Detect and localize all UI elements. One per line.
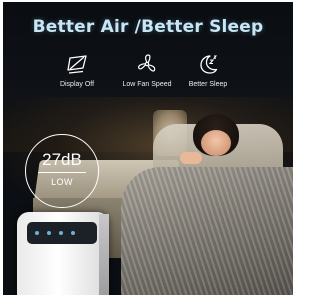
noise-level-value: 27dB	[42, 150, 82, 169]
feature-display-off: Display Off	[37, 53, 117, 88]
fan-icon	[136, 53, 158, 75]
striped-blanket	[121, 167, 293, 295]
badge-divider	[38, 172, 86, 173]
product-banner: Better Air /Better Sleep Display Off Low…	[3, 2, 293, 295]
sleeping-person-hand	[180, 152, 202, 164]
panel-indicator-light	[35, 231, 39, 235]
feature-label: Better Sleep	[188, 81, 228, 88]
panel-indicator-light	[47, 231, 51, 235]
noise-level-label: LOW	[51, 177, 73, 187]
display-off-icon	[66, 53, 88, 75]
moon-sleep-icon	[197, 53, 219, 75]
air-purifier-side	[99, 214, 109, 295]
sleeping-person-face	[201, 130, 231, 156]
headline: Better Air /Better Sleep	[32, 17, 264, 37]
panel-indicator-light	[71, 231, 75, 235]
feature-better-sleep: Better Sleep	[168, 53, 248, 88]
panel-indicator-light	[59, 231, 63, 235]
noise-level-badge: 27dB LOW	[25, 134, 99, 208]
feature-label: Display Off	[59, 81, 95, 88]
